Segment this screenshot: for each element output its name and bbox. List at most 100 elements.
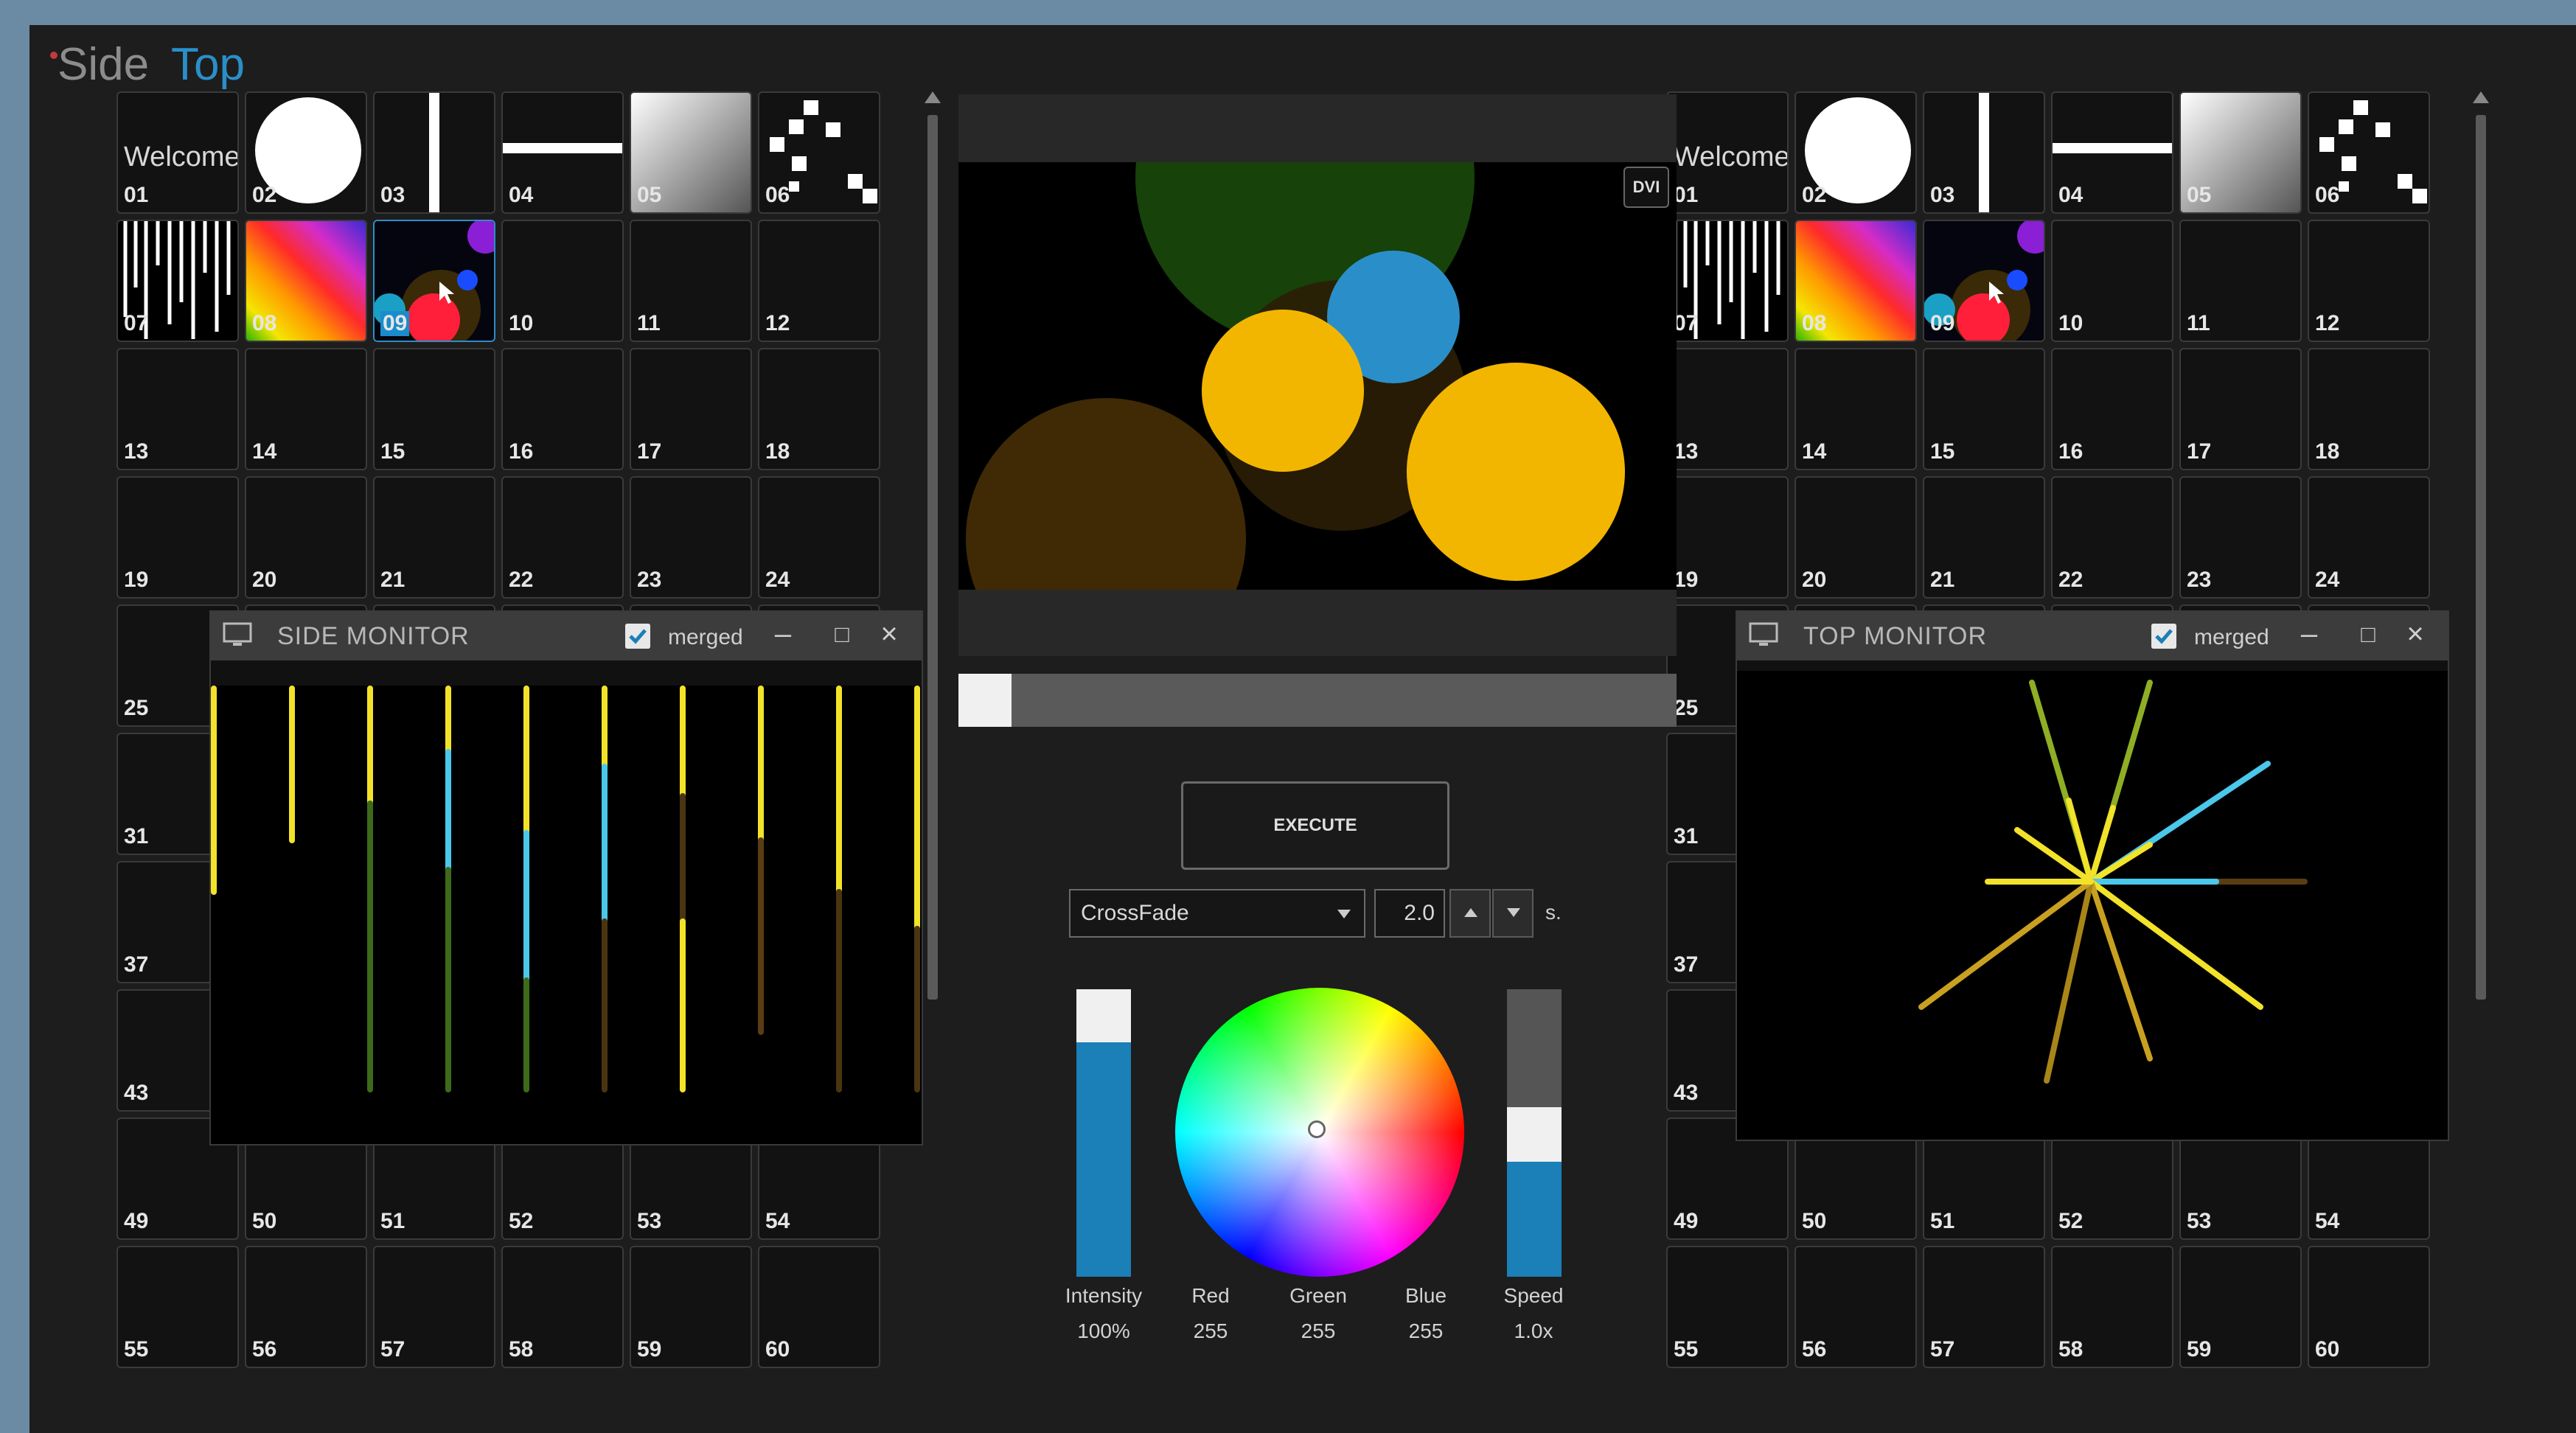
side-grid-scrollbar[interactable]: [923, 91, 941, 1013]
side-cue-cell[interactable]: Welcome 01: [116, 91, 239, 214]
minimize-icon[interactable]: –: [768, 618, 798, 651]
side-cue-cell[interactable]: 56: [245, 1246, 367, 1368]
side-cue-cell[interactable]: 15: [373, 348, 495, 470]
intensity-label: Intensity: [1065, 1284, 1143, 1307]
side-cue-cell[interactable]: 55: [116, 1246, 239, 1368]
side-cue-cell[interactable]: 24: [758, 476, 880, 599]
fade-type-select[interactable]: CrossFade: [1069, 889, 1365, 938]
top-monitor-window[interactable]: TOP MONITOR merged – □ ×: [1736, 610, 2449, 1141]
speed-slider-thumb[interactable]: [1507, 1107, 1562, 1162]
top-cue-cell[interactable]: 08: [1795, 220, 1917, 342]
maximize-icon[interactable]: □: [827, 621, 857, 648]
top-cue-cell[interactable]: 06: [2308, 91, 2430, 214]
crossfader-slider[interactable]: [958, 674, 1677, 727]
checkbox-icon[interactable]: [625, 624, 650, 649]
close-icon[interactable]: ×: [2401, 618, 2430, 651]
side-cue-cell[interactable]: 17: [630, 348, 752, 470]
intensity-slider[interactable]: [1076, 989, 1131, 1277]
side-cue-cell[interactable]: 07: [116, 220, 239, 342]
side-monitor-titlebar[interactable]: SIDE MONITOR merged – □ ×: [211, 612, 922, 660]
top-cue-cell[interactable]: 18: [2308, 348, 2430, 470]
side-cue-cell[interactable]: 06: [758, 91, 880, 214]
side-cue-cell[interactable]: 58: [501, 1246, 624, 1368]
top-cue-cell[interactable]: 24: [2308, 476, 2430, 599]
top-cue-cell[interactable]: 13: [1666, 348, 1789, 470]
crossfader-thumb[interactable]: [958, 674, 1012, 727]
top-cue-cell[interactable]: 60: [2308, 1246, 2430, 1368]
maximize-icon[interactable]: □: [2353, 621, 2383, 648]
side-cue-cell[interactable]: 02: [245, 91, 367, 214]
top-cue-cell[interactable]: 02: [1795, 91, 1917, 214]
minimize-icon[interactable]: –: [2294, 618, 2324, 651]
top-monitor-titlebar[interactable]: TOP MONITOR merged – □ ×: [1737, 612, 2448, 660]
top-cue-cell[interactable]: 20: [1795, 476, 1917, 599]
side-cue-cell[interactable]: 10: [501, 220, 624, 342]
top-cue-cell[interactable]: 04: [2051, 91, 2173, 214]
top-cue-cell[interactable]: 56: [1795, 1246, 1917, 1368]
duration-increment-button[interactable]: [1449, 889, 1491, 938]
intensity-slider-thumb[interactable]: [1076, 989, 1131, 1042]
top-grid-scrollbar[interactable]: [2471, 91, 2489, 1013]
execute-button[interactable]: EXECUTE: [1181, 781, 1449, 870]
side-cue-cell[interactable]: 59: [630, 1246, 752, 1368]
top-cue-cell[interactable]: 09: [1923, 220, 2045, 342]
top-cue-cell[interactable]: 07: [1666, 220, 1789, 342]
top-cue-cell[interactable]: 55: [1666, 1246, 1789, 1368]
top-cue-cell[interactable]: 12: [2308, 220, 2430, 342]
side-cue-cell[interactable]: 13: [116, 348, 239, 470]
side-cue-cell[interactable]: 12: [758, 220, 880, 342]
side-cue-cell[interactable]: 14: [245, 348, 367, 470]
top-cue-cell[interactable]: 15: [1923, 348, 2045, 470]
side-cue-cell[interactable]: 60: [758, 1246, 880, 1368]
top-cue-cell[interactable]: 14: [1795, 348, 1917, 470]
duration-decrement-button[interactable]: [1492, 889, 1534, 938]
top-cue-cell[interactable]: 58: [2051, 1246, 2173, 1368]
side-cue-cell[interactable]: 09: [373, 220, 495, 342]
side-cue-cell[interactable]: 22: [501, 476, 624, 599]
cue-number: 23: [2187, 568, 2212, 592]
top-cue-cell[interactable]: 21: [1923, 476, 2045, 599]
top-cue-cell[interactable]: 22: [2051, 476, 2173, 599]
side-cue-cell[interactable]: 16: [501, 348, 624, 470]
top-cue-cell[interactable]: 59: [2179, 1246, 2302, 1368]
checkbox-icon[interactable]: [2151, 624, 2176, 649]
tab-side[interactable]: Side: [58, 38, 149, 91]
side-cue-cell[interactable]: 05: [630, 91, 752, 214]
duration-input[interactable]: 2.0: [1374, 889, 1445, 938]
cue-number: 22: [509, 568, 534, 592]
side-cue-cell[interactable]: 11: [630, 220, 752, 342]
tab-top[interactable]: Top: [171, 38, 245, 91]
top-cue-cell[interactable]: 16: [2051, 348, 2173, 470]
scrollbar-thumb[interactable]: [927, 115, 938, 1000]
top-cue-cell[interactable]: 11: [2179, 220, 2302, 342]
speed-slider[interactable]: [1507, 989, 1562, 1277]
side-cue-cell[interactable]: 21: [373, 476, 495, 599]
close-icon[interactable]: ×: [874, 618, 904, 651]
top-cue-cell[interactable]: 10: [2051, 220, 2173, 342]
scrollbar-thumb[interactable]: [2476, 115, 2486, 1000]
side-cue-cell[interactable]: 04: [501, 91, 624, 214]
top-cue-cell[interactable]: 17: [2179, 348, 2302, 470]
top-cue-cell[interactable]: 03: [1923, 91, 2045, 214]
side-cue-cell[interactable]: 18: [758, 348, 880, 470]
side-cue-cell[interactable]: 23: [630, 476, 752, 599]
arrow-up-icon[interactable]: [2473, 91, 2489, 103]
top-cue-cell[interactable]: 23: [2179, 476, 2302, 599]
cue-number: 15: [1930, 439, 1955, 464]
cue-number: 53: [2187, 1209, 2212, 1233]
side-cue-cell[interactable]: 20: [245, 476, 367, 599]
side-cue-cell[interactable]: 08: [245, 220, 367, 342]
dvi-output-badge[interactable]: DVI: [1623, 167, 1669, 208]
cue-number: 57: [1930, 1337, 1955, 1361]
side-cue-cell[interactable]: 19: [116, 476, 239, 599]
side-cue-cell[interactable]: 03: [373, 91, 495, 214]
side-cue-cell[interactable]: 57: [373, 1246, 495, 1368]
arrow-up-icon[interactable]: [925, 91, 941, 103]
top-cue-cell[interactable]: 19: [1666, 476, 1789, 599]
color-wheel-handle[interactable]: [1308, 1120, 1326, 1138]
top-cue-cell[interactable]: Welcome 01: [1666, 91, 1789, 214]
merged-label: merged: [2194, 625, 2269, 649]
side-monitor-window[interactable]: SIDE MONITOR merged – □ ×: [209, 610, 923, 1146]
top-cue-cell[interactable]: 57: [1923, 1246, 2045, 1368]
top-cue-cell[interactable]: 05: [2179, 91, 2302, 214]
